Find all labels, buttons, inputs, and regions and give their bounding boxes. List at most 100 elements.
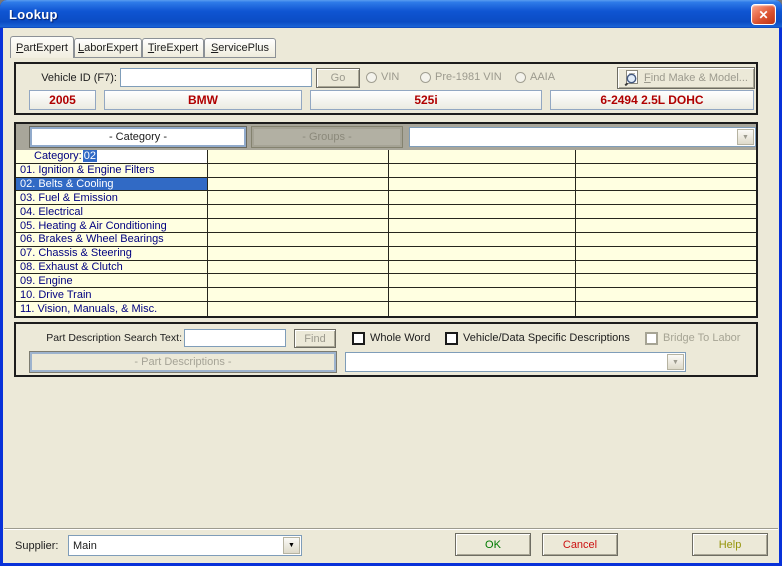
part-description-search-input[interactable] xyxy=(184,329,286,347)
vehicle-engine-box: 6-2494 2.5L DOHC xyxy=(550,90,754,110)
grid-cell xyxy=(389,191,576,205)
radio-circle-icon xyxy=(366,72,377,83)
vehicle-id-group: Vehicle ID (F7): Go VIN Pre-1981 VIN AAI… xyxy=(14,62,758,115)
descriptions-combobox[interactable]: ▼ xyxy=(345,352,686,372)
grid-cell xyxy=(576,164,756,178)
checkbox-label: Vehicle/Data Specific Descriptions xyxy=(463,332,630,344)
grid-cell xyxy=(389,205,576,219)
radio-circle-icon xyxy=(515,72,526,83)
cancel-button[interactable]: Cancel xyxy=(542,533,618,556)
part-description-group: Part Description Search Text: Find Whole… xyxy=(14,322,758,377)
go-button[interactable]: Go xyxy=(316,68,360,88)
checkbox-whole-word[interactable]: Whole Word xyxy=(352,330,430,346)
category-list-item[interactable]: 04. Electrical xyxy=(16,205,208,219)
grid-cell xyxy=(576,247,756,261)
category-list-item[interactable]: 03. Fuel & Emission xyxy=(16,191,208,205)
find-make-model-label: Find Make & Model... xyxy=(644,72,748,84)
grid-cell xyxy=(208,219,389,233)
category-list-item[interactable]: 07. Chassis & Steering xyxy=(16,247,208,261)
grid-cell xyxy=(389,219,576,233)
groups-button[interactable]: - Groups - xyxy=(252,127,402,147)
checkbox-vehicle-data-specific[interactable]: Vehicle/Data Specific Descriptions xyxy=(445,330,630,346)
checkbox-bridge-to-labor: Bridge To Labor xyxy=(645,330,740,346)
grid-cell xyxy=(389,178,576,192)
tab-serviceplus[interactable]: ServicePlus xyxy=(204,38,276,58)
grid-cell xyxy=(208,233,389,247)
category-code-selected-text: 02 xyxy=(83,150,97,162)
grid-cell xyxy=(576,205,756,219)
radio-label: VIN xyxy=(381,71,399,83)
grid-cell xyxy=(389,261,576,275)
chevron-down-icon[interactable]: ▼ xyxy=(283,537,300,554)
lookup-dialog: Lookup ✕ PartExpert LaborExpert TireExpe… xyxy=(0,0,782,566)
grid-cell xyxy=(576,261,756,275)
grid-cell xyxy=(576,302,756,316)
ok-button[interactable]: OK xyxy=(455,533,531,556)
supplier-combobox[interactable]: Main ▼ xyxy=(68,535,302,556)
category-list-item[interactable]: 11. Vision, Manuals, & Misc. xyxy=(16,302,208,316)
supplier-label: Supplier: xyxy=(15,540,58,552)
grid-cell xyxy=(576,274,756,288)
tab-label: LaborExpert xyxy=(78,42,138,54)
grid-cell xyxy=(208,150,389,164)
chevron-down-icon[interactable]: ▼ xyxy=(667,354,684,370)
category-list-item[interactable]: 01. Ignition & Engine Filters xyxy=(16,164,208,178)
grid-cell xyxy=(576,219,756,233)
grid-cell xyxy=(389,150,576,164)
checkbox-icon xyxy=(352,332,365,345)
find-button[interactable]: Find xyxy=(294,329,336,348)
tab-laborexpert[interactable]: LaborExpert xyxy=(74,38,142,58)
help-button[interactable]: Help xyxy=(692,533,768,556)
vehicle-model-box: 525i xyxy=(310,90,542,110)
checkbox-label: Whole Word xyxy=(370,332,430,344)
close-icon: ✕ xyxy=(758,8,768,22)
title-bar[interactable]: Lookup xyxy=(0,0,782,28)
category-list-item[interactable]: 10. Drive Train xyxy=(16,288,208,302)
part-description-search-label: Part Description Search Text: xyxy=(16,332,182,344)
radio-pre1981-vin[interactable]: Pre-1981 VIN xyxy=(420,71,502,83)
checkbox-icon xyxy=(445,332,458,345)
grid-cell xyxy=(576,178,756,192)
grid-cell xyxy=(208,247,389,261)
category-grid: Category: 02 01. Ignition & Engine Filte… xyxy=(16,150,756,316)
grid-cell xyxy=(208,288,389,302)
category-list-item[interactable]: 06. Brakes & Wheel Bearings xyxy=(16,233,208,247)
grid-cell xyxy=(576,150,756,164)
category-button[interactable]: - Category - xyxy=(30,127,246,147)
category-list-item[interactable]: 02. Belts & Cooling xyxy=(16,178,208,192)
vehicle-year-box: 2005 xyxy=(29,90,96,110)
grid-cell xyxy=(208,164,389,178)
checkbox-label: Bridge To Labor xyxy=(663,332,740,344)
checkbox-icon xyxy=(645,332,658,345)
radio-vin[interactable]: VIN xyxy=(366,71,399,83)
radio-label: AAIA xyxy=(530,71,555,83)
grid-cell xyxy=(389,233,576,247)
category-header-label: Category: xyxy=(16,150,82,162)
category-list-item[interactable]: 08. Exhaust & Clutch xyxy=(16,261,208,275)
grid-cell xyxy=(389,274,576,288)
grid-cell xyxy=(389,247,576,261)
tab-partexpert[interactable]: PartExpert xyxy=(10,36,74,58)
category-code-input[interactable]: 02 xyxy=(82,150,207,163)
radio-label: Pre-1981 VIN xyxy=(435,71,502,83)
category-toolbar: - Category - - Groups - ▼ xyxy=(16,124,756,150)
close-button[interactable]: ✕ xyxy=(751,4,776,25)
category-list-item[interactable]: 09. Engine xyxy=(16,274,208,288)
category-group: - Category - - Groups - ▼ Category: 02 0… xyxy=(14,122,758,318)
radio-aaia[interactable]: AAIA xyxy=(515,71,555,83)
tab-tireexpert[interactable]: TireExpert xyxy=(142,38,204,58)
grid-cell xyxy=(576,191,756,205)
grid-cell xyxy=(389,288,576,302)
vehicle-id-input[interactable] xyxy=(120,68,312,87)
chevron-down-icon[interactable]: ▼ xyxy=(737,129,754,145)
group-combobox[interactable]: ▼ xyxy=(409,127,756,147)
grid-cell xyxy=(208,191,389,205)
grid-cell xyxy=(389,164,576,178)
part-descriptions-button[interactable]: - Part Descriptions - xyxy=(30,352,336,372)
grid-cell xyxy=(576,233,756,247)
magnifier-icon xyxy=(624,70,640,86)
tab-label: ServicePlus xyxy=(211,42,269,54)
category-list-item[interactable]: 05. Heating & Air Conditioning xyxy=(16,219,208,233)
footer-separator xyxy=(4,528,778,530)
find-make-model-button[interactable]: Find Make & Model... xyxy=(617,67,755,89)
